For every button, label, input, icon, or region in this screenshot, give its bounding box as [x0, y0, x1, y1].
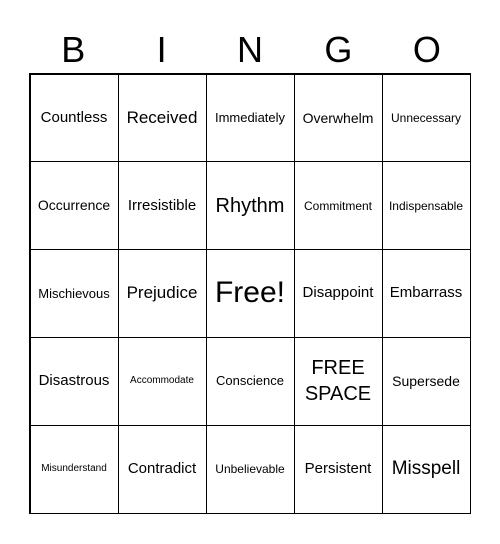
bingo-cell[interactable]: Indispensable — [381, 161, 471, 251]
bingo-cell[interactable]: Embarrass — [381, 249, 471, 338]
bingo-cell[interactable]: Received — [117, 73, 207, 163]
cell-word: Persistent — [304, 460, 372, 478]
bingo-header: B I N G O — [29, 28, 471, 72]
cell-word: Indispensable — [388, 198, 464, 213]
cell-word: Mischievous — [38, 285, 110, 301]
bingo-cell[interactable]: Immediately — [205, 73, 295, 163]
bingo-cell[interactable]: Unbelievable — [205, 424, 295, 514]
cell-word: Commitment — [303, 198, 372, 213]
cell-word: Unnecessary — [390, 110, 462, 125]
cell-word: Supersede — [392, 372, 460, 389]
bingo-grid: Countless Received Immediately Overwhelm Unn… — [29, 73, 471, 514]
cell-word: Immediately — [214, 110, 286, 126]
cell-word: Unbelievable — [215, 461, 285, 476]
cell-word: Conscience — [216, 373, 284, 389]
cell-word: Contradict — [127, 460, 197, 478]
bingo-cell[interactable]: Disastrous — [29, 336, 119, 426]
cell-word: Disappoint — [302, 284, 374, 302]
bingo-cell[interactable]: Prejudice — [117, 249, 207, 338]
cell-word: Rhythm — [215, 194, 285, 217]
cell-word: Prejudice — [126, 283, 198, 303]
cell-word: FREE SPACE — [304, 357, 372, 406]
cell-word: Free! — [214, 276, 286, 310]
bingo-cell[interactable]: Overwhelm — [293, 73, 383, 163]
bingo-cell[interactable]: Misspell — [381, 424, 471, 514]
bingo-cell[interactable]: Contradict — [117, 424, 207, 514]
cell-word: Overwhelm — [302, 109, 374, 126]
cell-word: Occurrence — [37, 197, 111, 214]
bingo-cell[interactable]: Commitment — [293, 161, 383, 251]
header-letter-n: N — [237, 29, 264, 70]
cell-word: Accommodate — [130, 375, 194, 387]
bingo-cell[interactable]: Supersede — [381, 336, 471, 426]
cell-word: Misunderstand — [41, 463, 107, 475]
bingo-cell[interactable]: Irresistible — [117, 161, 207, 251]
cell-word: Received — [126, 107, 198, 127]
bingo-cell[interactable]: Conscience — [205, 336, 295, 426]
header-letter-i: I — [156, 29, 167, 70]
bingo-cell[interactable]: Mischievous — [29, 249, 119, 338]
bingo-cell[interactable]: Rhythm — [205, 161, 295, 251]
cell-word: Embarrass — [389, 284, 463, 302]
bingo-cell[interactable]: Free! — [205, 249, 295, 338]
bingo-cell[interactable]: Occurrence — [29, 161, 119, 251]
cell-word: Countless — [40, 108, 108, 126]
bingo-cell[interactable]: Countless — [29, 73, 119, 163]
header-letter-b: B — [61, 29, 86, 70]
bingo-cell[interactable]: Persistent — [293, 424, 383, 514]
bingo-cell[interactable]: Disappoint — [293, 249, 383, 338]
cell-word: Irresistible — [127, 196, 197, 214]
cell-word: Misspell — [391, 457, 461, 479]
bingo-cell[interactable]: FREE SPACE — [293, 336, 383, 426]
header-letter-g: G — [324, 29, 353, 70]
cell-word: Disastrous — [38, 372, 110, 390]
bingo-cell[interactable]: Misunderstand — [29, 424, 119, 514]
header-letter-o: O — [412, 29, 441, 70]
bingo-cell[interactable]: Unnecessary — [381, 73, 471, 163]
bingo-cell[interactable]: Accommodate — [117, 336, 207, 426]
